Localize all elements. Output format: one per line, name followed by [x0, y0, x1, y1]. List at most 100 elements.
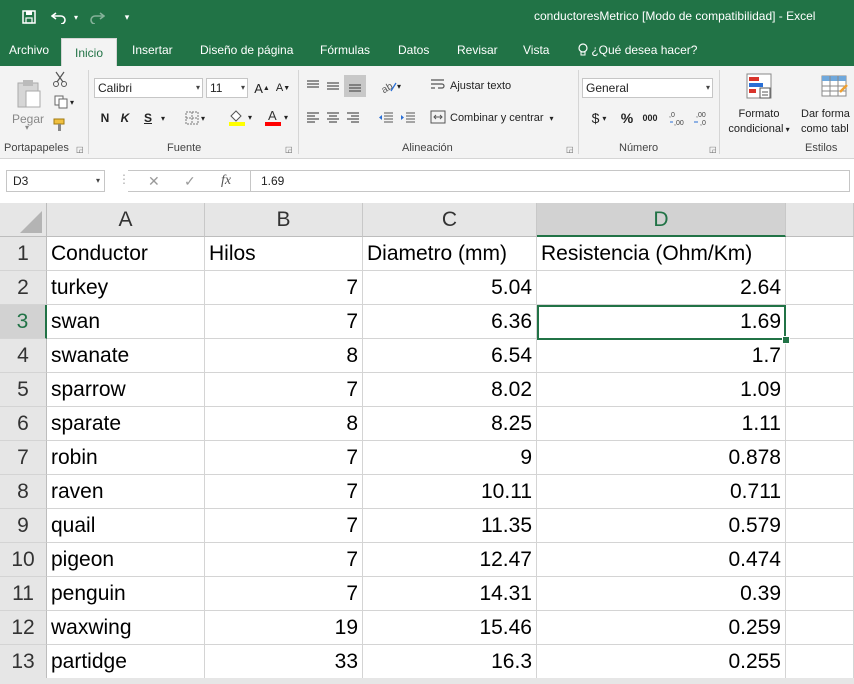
table-cell-col-c[interactable]: 5.04 [363, 271, 537, 305]
tab-diseno-pagina[interactable]: Diseño de página [200, 34, 293, 66]
empty-cell[interactable] [786, 543, 854, 577]
select-all-corner[interactable] [0, 203, 47, 237]
thousands-button[interactable]: 000 [640, 108, 660, 128]
table-cell-col-d[interactable]: 1.7 [537, 339, 786, 373]
header-cell-col-b[interactable]: Hilos [205, 237, 363, 271]
redo-icon[interactable] [86, 6, 108, 28]
enter-icon[interactable]: ✓ [184, 170, 196, 192]
table-cell-col-c[interactable]: 6.54 [363, 339, 537, 373]
row-header[interactable]: 6 [0, 407, 47, 441]
wrap-text-button[interactable]: Ajustar texto [430, 76, 522, 96]
decrease-font-icon[interactable]: A ▼ [274, 78, 292, 98]
table-cell-col-c[interactable]: 10.11 [363, 475, 537, 509]
font-color-icon[interactable]: A ▾ [260, 106, 292, 128]
conditional-format-button[interactable]: Formato condicional ▾ [722, 70, 796, 138]
row-header[interactable]: 11 [0, 577, 47, 611]
cancel-icon[interactable]: ✕ [148, 170, 160, 192]
header-cell-col-d[interactable]: Resistencia (Ohm/Km) [537, 237, 786, 271]
table-cell-col-a[interactable]: raven [47, 475, 205, 509]
copy-icon[interactable]: ▾ [50, 93, 78, 111]
align-middle-icon[interactable] [324, 76, 342, 96]
tab-insertar[interactable]: Insertar [132, 34, 173, 66]
tab-datos[interactable]: Datos [398, 34, 429, 66]
table-cell-col-c[interactable]: 11.35 [363, 509, 537, 543]
table-cell-col-b[interactable]: 19 [205, 611, 363, 645]
insert-function-icon[interactable]: fx [221, 170, 231, 192]
orientation-icon[interactable]: ab ▾ [376, 76, 406, 96]
row-header[interactable]: 8 [0, 475, 47, 509]
table-cell-col-a[interactable]: penguin [47, 577, 205, 611]
table-cell-col-c[interactable]: 8.02 [363, 373, 537, 407]
table-cell-col-d[interactable]: 1.69 [537, 305, 786, 339]
row-header[interactable]: 1 [0, 237, 47, 271]
empty-cell[interactable] [786, 407, 854, 441]
save-icon[interactable] [18, 6, 40, 28]
column-header-d[interactable]: D [537, 203, 786, 237]
header-cell-col-a[interactable]: Conductor [47, 237, 205, 271]
table-cell-col-a[interactable]: partidge [47, 645, 205, 679]
increase-indent-icon[interactable] [398, 108, 418, 128]
column-header-empty[interactable] [786, 203, 854, 237]
tab-archivo[interactable]: Archivo [9, 34, 49, 66]
name-box[interactable]: D3 ▾ [6, 170, 105, 192]
table-cell-col-b[interactable]: 7 [205, 271, 363, 305]
tab-vista[interactable]: Vista [523, 34, 549, 66]
table-cell-col-a[interactable]: sparate [47, 407, 205, 441]
table-cell-col-d[interactable]: 0.474 [537, 543, 786, 577]
row-header[interactable]: 13 [0, 645, 47, 679]
row-header[interactable]: 10 [0, 543, 47, 577]
empty-cell[interactable] [786, 305, 854, 339]
undo-icon[interactable] [48, 6, 70, 28]
table-cell-col-b[interactable]: 7 [205, 577, 363, 611]
table-cell-col-b[interactable]: 8 [205, 407, 363, 441]
formula-input[interactable]: 1.69 [250, 170, 850, 192]
table-cell-col-d[interactable]: 0.878 [537, 441, 786, 475]
font-size-select[interactable]: 11 ▾ [206, 78, 248, 98]
row-header[interactable]: 4 [0, 339, 47, 373]
empty-cell[interactable] [786, 611, 854, 645]
column-header-c[interactable]: C [363, 203, 537, 237]
alignment-launcher-icon[interactable]: ◲ [566, 145, 574, 154]
table-cell-col-d[interactable]: 1.11 [537, 407, 786, 441]
empty-cell[interactable] [786, 475, 854, 509]
font-launcher-icon[interactable]: ◲ [285, 145, 293, 154]
paste-dropdown-icon[interactable]: ▾ [14, 122, 40, 132]
table-cell-col-c[interactable]: 16.3 [363, 645, 537, 679]
tab-formulas[interactable]: Fórmulas [320, 34, 370, 66]
table-cell-col-a[interactable]: swan [47, 305, 205, 339]
row-header[interactable]: 12 [0, 611, 47, 645]
fill-color-icon[interactable]: ▾ [224, 106, 256, 128]
table-cell-col-a[interactable]: pigeon [47, 543, 205, 577]
table-cell-col-b[interactable]: 33 [205, 645, 363, 679]
empty-cell[interactable] [786, 373, 854, 407]
align-right-icon[interactable] [344, 108, 362, 128]
table-cell-col-b[interactable]: 7 [205, 441, 363, 475]
empty-cell[interactable] [786, 441, 854, 475]
table-cell-col-c[interactable]: 8.25 [363, 407, 537, 441]
table-cell-col-d[interactable]: 0.39 [537, 577, 786, 611]
table-cell-col-b[interactable]: 7 [205, 373, 363, 407]
table-cell-col-a[interactable]: waxwing [47, 611, 205, 645]
underline-dropdown-icon[interactable]: ▾ [158, 108, 168, 128]
table-cell-col-b[interactable]: 8 [205, 339, 363, 373]
column-header-a[interactable]: A [47, 203, 205, 237]
align-center-icon[interactable] [324, 108, 342, 128]
row-header[interactable]: 5 [0, 373, 47, 407]
table-cell-col-a[interactable]: sparrow [47, 373, 205, 407]
clipboard-launcher-icon[interactable]: ◲ [76, 145, 84, 154]
number-launcher-icon[interactable]: ◲ [709, 145, 717, 154]
empty-cell[interactable] [786, 237, 854, 271]
font-name-select[interactable]: Calibri ▾ [94, 78, 203, 98]
empty-cell[interactable] [786, 645, 854, 679]
column-header-b[interactable]: B [205, 203, 363, 237]
decrease-indent-icon[interactable] [376, 108, 396, 128]
format-painter-icon[interactable] [50, 116, 70, 134]
table-cell-col-a[interactable]: quail [47, 509, 205, 543]
italic-button[interactable]: K [117, 108, 133, 128]
table-cell-col-b[interactable]: 7 [205, 509, 363, 543]
align-bottom-icon[interactable] [344, 75, 366, 97]
row-header[interactable]: 3 [0, 305, 47, 339]
tab-revisar[interactable]: Revisar [457, 34, 498, 66]
table-cell-col-d[interactable]: 2.64 [537, 271, 786, 305]
fill-handle[interactable] [782, 336, 790, 344]
